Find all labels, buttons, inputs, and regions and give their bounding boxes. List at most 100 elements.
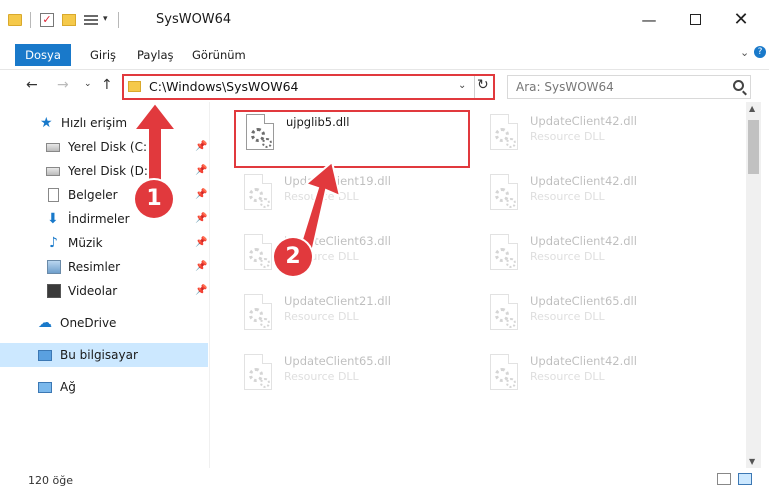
- sidebar-item-label: OneDrive: [60, 316, 117, 330]
- file-tile[interactable]: UpdateClient42.dll Resource DLL: [480, 112, 708, 162]
- address-bar[interactable]: C:\Windows\SysWOW64 ⌄ ↻: [122, 74, 495, 100]
- file-type: Resource DLL: [530, 250, 605, 263]
- dll-file-icon: [240, 294, 278, 340]
- tiles-view-icon[interactable]: [738, 473, 752, 485]
- sidebar-item-local-disk-c[interactable]: Yerel Disk (C:) 📌: [0, 135, 208, 159]
- sidebar-item-local-disk-d[interactable]: Yerel Disk (D:) 📌: [0, 159, 208, 183]
- file-name: UpdateClient42.dll: [530, 174, 637, 188]
- sidebar-item-onedrive[interactable]: ☁ OneDrive: [0, 311, 208, 335]
- cloud-icon: ☁: [38, 315, 52, 331]
- step-1-badge: 1: [135, 180, 173, 218]
- sidebar-item-network[interactable]: Ağ: [0, 375, 208, 399]
- address-path[interactable]: C:\Windows\SysWOW64: [149, 79, 298, 94]
- sidebar-item-this-pc[interactable]: Bu bilgisayar: [0, 343, 208, 367]
- file-name: ujpglib5.dll: [286, 115, 350, 129]
- new-folder-icon[interactable]: [62, 14, 76, 26]
- sidebar-item-documents[interactable]: Belgeler 📌: [0, 183, 208, 207]
- file-name: UpdateClient65.dll: [284, 354, 391, 368]
- dll-file-icon: [242, 114, 280, 160]
- pin-icon[interactable]: 📌: [195, 159, 207, 183]
- scroll-up-icon[interactable]: ▲: [749, 104, 755, 113]
- item-count: 120 öğe: [28, 474, 73, 487]
- back-button[interactable]: ←: [26, 77, 38, 93]
- search-input[interactable]: Ara: SysWOW64: [507, 75, 751, 99]
- file-tile[interactable]: UpdateClient42.dll Resource DLL: [480, 172, 708, 222]
- dll-file-icon: [486, 294, 524, 340]
- forward-button[interactable]: →: [57, 77, 69, 93]
- properties-check-icon[interactable]: ✓: [40, 13, 54, 27]
- file-tile[interactable]: UpdateClient42.dll Resource DLL: [480, 352, 708, 402]
- ribbon-tabs: Dosya Giriş Paylaş Görünüm ⌄ ?: [0, 40, 769, 70]
- title-bar: ✓ ▾ SysWOW64 — ✕: [0, 0, 769, 40]
- tab-file[interactable]: Dosya: [15, 44, 71, 66]
- file-tile[interactable]: UpdateClient42.dll Resource DLL: [480, 232, 708, 282]
- file-type: Resource DLL: [530, 190, 605, 203]
- music-icon: ♪: [49, 235, 58, 251]
- pin-icon[interactable]: 📌: [195, 231, 207, 255]
- customize-toolbar-chevron-icon[interactable]: ▾: [103, 14, 108, 30]
- file-type: Resource DLL: [530, 370, 605, 383]
- file-tile[interactable]: UpdateClient63.dll Resource DLL: [234, 232, 462, 282]
- close-button[interactable]: ✕: [726, 8, 756, 32]
- file-tile-ujpglib5[interactable]: ujpglib5.dll: [234, 110, 470, 168]
- search-icon[interactable]: [733, 80, 744, 91]
- file-name: UpdateClient65.dll: [530, 294, 637, 308]
- sidebar-item-label: İndirmeler: [68, 212, 130, 226]
- vertical-scrollbar[interactable]: ▲ ▼: [746, 102, 761, 468]
- window-title: SysWOW64: [156, 12, 232, 27]
- folder-icon: [128, 81, 141, 92]
- file-tile[interactable]: UpdateClient65.dll Resource DLL: [480, 292, 708, 342]
- search-placeholder: Ara: SysWOW64: [516, 80, 614, 94]
- sidebar-item-videos[interactable]: Videolar 📌: [0, 279, 208, 303]
- navigation-bar: ← → ⌄ ↑ C:\Windows\SysWOW64 ⌄ ↻ Ara: Sys…: [0, 70, 769, 102]
- address-dropdown-icon[interactable]: ⌄: [458, 80, 466, 91]
- dll-file-icon: [240, 234, 278, 280]
- navigation-pane: ★ Hızlı erişim Yerel Disk (C:) 📌 Yerel D…: [0, 102, 210, 468]
- sidebar-item-label: Yerel Disk (C:): [68, 140, 152, 154]
- sidebar-item-pictures[interactable]: Resimler 📌: [0, 255, 208, 279]
- scroll-down-icon[interactable]: ▼: [749, 457, 755, 466]
- tab-view[interactable]: Görünüm: [188, 44, 250, 66]
- file-tile[interactable]: UpdateClient65.dll Resource DLL: [234, 352, 462, 402]
- tab-home[interactable]: Giriş: [86, 44, 120, 66]
- recent-locations-chevron-icon[interactable]: ⌄: [84, 79, 92, 89]
- refresh-button[interactable]: ↻: [477, 77, 489, 93]
- file-name: UpdateClient42.dll: [530, 354, 637, 368]
- expand-ribbon-icon[interactable]: ⌄: [740, 46, 749, 59]
- pin-icon[interactable]: 📌: [195, 255, 207, 279]
- dll-file-icon: [240, 354, 278, 400]
- file-name: UpdateClient42.dll: [530, 234, 637, 248]
- sidebar-item-label: Müzik: [68, 236, 103, 250]
- folder-icon: [8, 14, 22, 26]
- address-divider: [474, 76, 475, 98]
- up-button[interactable]: ↑: [101, 77, 113, 93]
- pin-icon[interactable]: 📌: [195, 183, 207, 207]
- file-tile[interactable]: UpdateClient21.dll Resource DLL: [234, 292, 462, 342]
- details-view-icon[interactable]: [717, 473, 731, 485]
- tab-share[interactable]: Paylaş: [133, 44, 178, 66]
- sidebar-item-downloads[interactable]: ⬇ İndirmeler 📌: [0, 207, 208, 231]
- star-icon: ★: [40, 115, 53, 131]
- minimize-button[interactable]: —: [634, 8, 664, 32]
- file-type: Resource DLL: [284, 310, 359, 323]
- sidebar-item-music[interactable]: ♪ Müzik 📌: [0, 231, 208, 255]
- step-2-badge: 2: [274, 238, 312, 276]
- scrollbar-thumb[interactable]: [748, 120, 759, 174]
- sidebar-item-label: Yerel Disk (D:): [68, 164, 153, 178]
- toolbar-divider: [118, 12, 119, 28]
- pin-icon[interactable]: 📌: [195, 135, 207, 159]
- drive-icon: [46, 143, 60, 152]
- dll-file-icon: [486, 114, 524, 160]
- computer-icon: [38, 350, 52, 361]
- video-icon: [47, 284, 61, 298]
- maximize-button[interactable]: [680, 8, 710, 32]
- sidebar-item-quick-access[interactable]: ★ Hızlı erişim: [0, 111, 208, 135]
- file-name: UpdateClient19.dll: [284, 174, 391, 188]
- pin-icon[interactable]: 📌: [195, 207, 207, 231]
- pin-icon[interactable]: 📌: [195, 279, 207, 303]
- file-tile[interactable]: UpdateClient19.dll Resource DLL: [234, 172, 462, 222]
- help-icon[interactable]: ?: [754, 46, 766, 58]
- dll-file-icon: [240, 174, 278, 220]
- sidebar-item-label: Videolar: [68, 284, 118, 298]
- properties-icon[interactable]: [84, 13, 98, 27]
